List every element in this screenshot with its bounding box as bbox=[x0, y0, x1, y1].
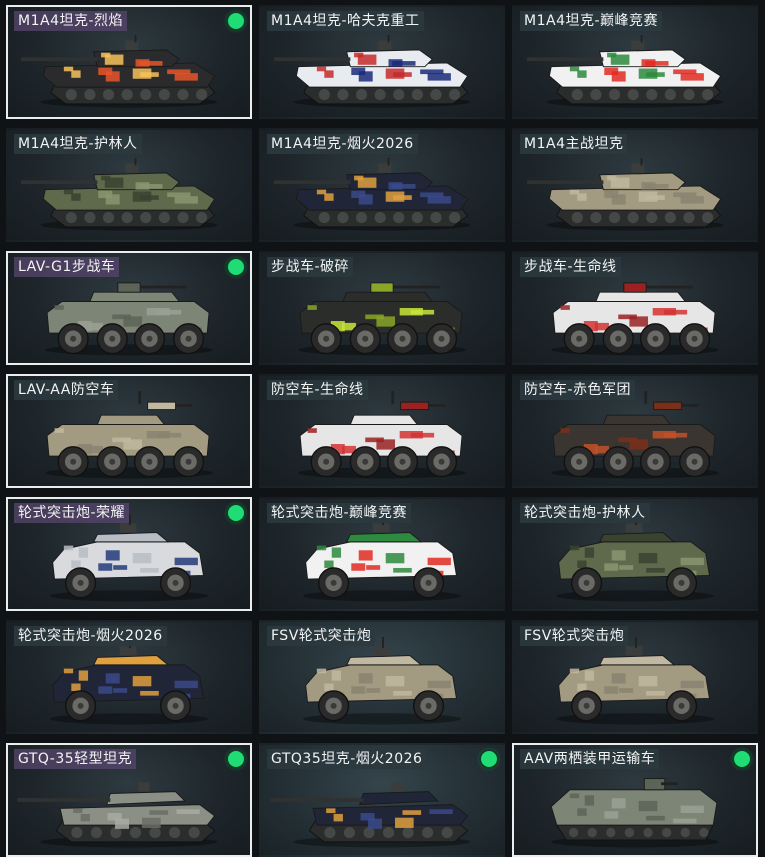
vehicle-card[interactable]: FSV轮式突击炮 bbox=[512, 620, 758, 734]
vehicle-card[interactable]: M1A4坦克-巅峰竞赛 bbox=[512, 5, 758, 119]
owned-indicator-icon bbox=[228, 751, 244, 767]
ifv-model bbox=[45, 282, 213, 356]
tank-model bbox=[21, 158, 218, 231]
vehicle-card[interactable]: 轮式突击炮-巅峰竞赛 bbox=[259, 497, 505, 611]
aa-vehicle-model bbox=[298, 390, 466, 479]
vehicle-card[interactable]: LAV-AA防空车 bbox=[6, 374, 252, 488]
owned-indicator-icon bbox=[228, 13, 244, 29]
vehicle-skin-name: 步战车-破碎 bbox=[267, 257, 354, 277]
vehicle-skin-name: 轮式突击炮-巅峰竞赛 bbox=[267, 503, 412, 523]
vehicle-skin-name: LAV-G1步战车 bbox=[14, 257, 120, 277]
tank-model bbox=[274, 35, 471, 108]
owned-indicator-icon bbox=[481, 751, 497, 767]
tank-model bbox=[527, 35, 724, 108]
vehicle-card[interactable]: LAV-G1步战车 bbox=[6, 251, 252, 365]
vehicle-skin-name: M1A4主战坦克 bbox=[520, 134, 628, 154]
vehicle-card[interactable]: M1A4坦克-哈夫克重工 bbox=[259, 5, 505, 119]
owned-indicator-icon bbox=[734, 751, 750, 767]
tank-model bbox=[21, 35, 218, 108]
vehicle-card[interactable]: GTQ-35轻型坦克 bbox=[6, 743, 252, 857]
vehicle-card[interactable]: 轮式突击炮-护林人 bbox=[512, 497, 758, 611]
vehicle-skin-name: LAV-AA防空车 bbox=[14, 380, 119, 400]
vehicle-skin-name: M1A4坦克-烈焰 bbox=[14, 11, 128, 31]
vehicle-skin-name: FSV轮式突击炮 bbox=[520, 626, 629, 646]
aa-vehicle-model bbox=[45, 390, 213, 479]
vehicle-card[interactable]: 步战车-破碎 bbox=[259, 251, 505, 365]
vehicle-card[interactable]: AAV两栖装甲运输车 bbox=[512, 743, 758, 857]
light-tank-model bbox=[17, 782, 218, 848]
vehicle-card[interactable]: FSV轮式突击炮 bbox=[259, 620, 505, 734]
vehicle-skin-name: 防空车-生命线 bbox=[267, 380, 368, 400]
wheeled-assault-gun-model bbox=[302, 513, 462, 602]
vehicle-card[interactable]: 步战车-生命线 bbox=[512, 251, 758, 365]
wheeled-assault-gun-model bbox=[302, 636, 462, 725]
vehicle-card[interactable]: M1A4坦克-烈焰 bbox=[6, 5, 252, 119]
ifv-model bbox=[298, 282, 466, 356]
vehicle-skin-name: M1A4坦克-哈夫克重工 bbox=[267, 11, 424, 31]
ifv-model bbox=[551, 282, 719, 356]
vehicle-card[interactable]: GTQ35坦克-烟火2026 bbox=[259, 743, 505, 857]
vehicle-skin-grid: M1A4坦克-烈焰 M1A4坦克-哈夫克重工 M1A4坦克-巅峰竞赛 M1A4坦克-护… bbox=[0, 0, 765, 857]
aa-vehicle-model bbox=[551, 390, 719, 479]
wheeled-assault-gun-model bbox=[49, 513, 209, 602]
vehicle-skin-name: 步战车-生命线 bbox=[520, 257, 621, 277]
vehicle-card[interactable]: M1A4坦克-护林人 bbox=[6, 128, 252, 242]
vehicle-skin-name: 轮式突击炮-护林人 bbox=[520, 503, 650, 523]
vehicle-skin-name: 防空车-赤色军团 bbox=[520, 380, 636, 400]
tank-model bbox=[274, 158, 471, 231]
light-tank-model bbox=[270, 782, 471, 848]
vehicle-skin-name: AAV两栖装甲运输车 bbox=[520, 749, 660, 769]
vehicle-skin-name: 轮式突击炮-烟火2026 bbox=[14, 626, 167, 646]
aav-model bbox=[550, 778, 719, 848]
wheeled-assault-gun-model bbox=[555, 513, 715, 602]
vehicle-skin-name: 轮式突击炮-荣耀 bbox=[14, 503, 130, 523]
vehicle-skin-name: GTQ-35轻型坦克 bbox=[14, 749, 137, 769]
vehicle-card[interactable]: M1A4主战坦克 bbox=[512, 128, 758, 242]
vehicle-card[interactable]: 防空车-赤色军团 bbox=[512, 374, 758, 488]
vehicle-skin-name: M1A4坦克-巅峰竞赛 bbox=[520, 11, 663, 31]
tank-model bbox=[527, 158, 724, 231]
vehicle-card[interactable]: M1A4坦克-烟火2026 bbox=[259, 128, 505, 242]
vehicle-card[interactable]: 轮式突击炮-烟火2026 bbox=[6, 620, 252, 734]
owned-indicator-icon bbox=[228, 505, 244, 521]
vehicle-skin-name: M1A4坦克-护林人 bbox=[14, 134, 142, 154]
vehicle-card[interactable]: 轮式突击炮-荣耀 bbox=[6, 497, 252, 611]
vehicle-skin-name: FSV轮式突击炮 bbox=[267, 626, 376, 646]
vehicle-skin-name: GTQ35坦克-烟火2026 bbox=[267, 749, 427, 769]
wheeled-assault-gun-model bbox=[49, 636, 209, 725]
wheeled-assault-gun-model bbox=[555, 636, 715, 725]
owned-indicator-icon bbox=[228, 259, 244, 275]
vehicle-card[interactable]: 防空车-生命线 bbox=[259, 374, 505, 488]
vehicle-skin-name: M1A4坦克-烟火2026 bbox=[267, 134, 418, 154]
